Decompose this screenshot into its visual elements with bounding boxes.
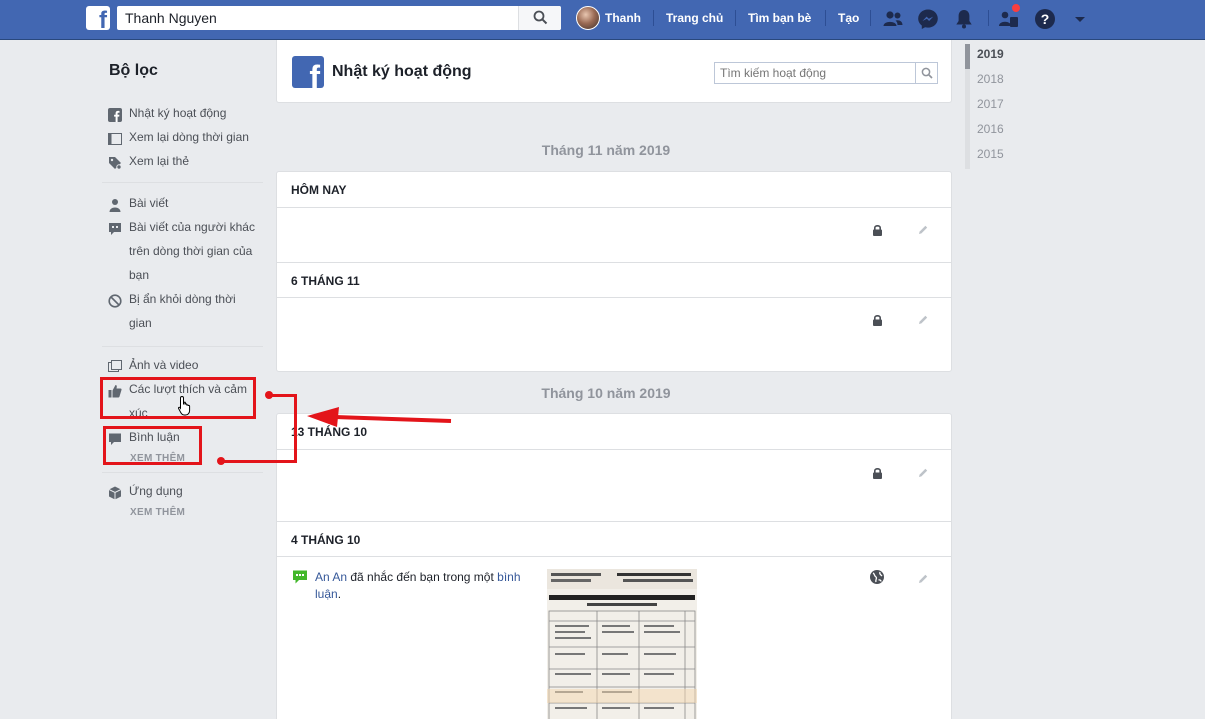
nav-divider xyxy=(988,10,989,26)
sidebar-item-label: Bài viết của người khác trên dòng thời g… xyxy=(129,220,255,282)
facebook-icon xyxy=(108,108,122,122)
sidebar-item-label: Bài viết xyxy=(129,196,169,210)
sidebar-item-posts-by-others[interactable]: Bài viết của người khác trên dòng thời g… xyxy=(108,220,265,287)
day-header: HÔM NAY xyxy=(277,172,951,208)
month-heading: Tháng 11 năm 2019 xyxy=(541,142,671,158)
sidebar-item-label: Ảnh và video xyxy=(129,358,199,372)
lock-icon[interactable] xyxy=(872,314,883,326)
filter-title: Bộ lọc xyxy=(109,62,158,79)
activity-description: đã nhắc đến bạn trong một xyxy=(347,570,498,584)
day-header: 4 THÁNG 10 xyxy=(277,521,951,557)
profile-link[interactable]: Thanh xyxy=(576,6,641,30)
edit-pencil-icon[interactable] xyxy=(917,224,929,236)
top-navigation-bar: f Thanh Trang chủ Tìm bạn bè Tạo ? xyxy=(0,0,1205,40)
year-link-2017[interactable]: 2017 xyxy=(965,94,1025,119)
avatar xyxy=(576,6,600,30)
sidebar-item-label: Xem lại dòng thời gian xyxy=(129,130,249,144)
nav-home-link[interactable]: Trang chủ xyxy=(666,11,723,25)
lock-icon[interactable] xyxy=(872,224,883,236)
apps-see-more-link[interactable]: XEM THÊM xyxy=(130,507,185,518)
notification-badge xyxy=(1011,3,1021,13)
profile-name: Thanh xyxy=(605,11,641,25)
sidebar-item-activity-log[interactable]: Nhật ký hoạt động xyxy=(108,106,265,125)
month-heading: Tháng 10 năm 2019 xyxy=(541,385,671,401)
edit-pencil-icon[interactable] xyxy=(917,467,929,479)
sidebar-item-label: Xem lại thẻ xyxy=(129,154,190,168)
activity-row: An An đã nhắc đến bạn trong một bình luậ… xyxy=(277,557,951,719)
activity-text: An An đã nhắc đến bạn trong một bình luậ… xyxy=(315,569,530,603)
activity-end: . xyxy=(337,587,342,601)
sidebar-divider xyxy=(102,182,263,183)
sidebar-item-photos-videos[interactable]: Ảnh và video xyxy=(108,358,265,377)
sidebar-item-label: Bị ẩn khỏi dòng thời gian xyxy=(129,292,236,330)
messenger-icon[interactable] xyxy=(916,7,940,31)
activity-log-header: f Nhật ký hoạt động xyxy=(276,40,952,103)
photos-icon xyxy=(108,360,122,372)
red-arrow-pointer xyxy=(307,407,452,427)
scanned-document-graphic xyxy=(547,569,697,719)
activity-search-button[interactable] xyxy=(915,63,937,83)
day-label: HÔM NAY xyxy=(291,183,347,197)
mention-comment-icon xyxy=(293,570,307,584)
person-icon xyxy=(109,199,121,212)
year-link-2019[interactable]: 2019 xyxy=(965,44,1025,69)
friend-requests-icon[interactable] xyxy=(881,7,905,31)
activity-search-input[interactable] xyxy=(715,63,915,83)
sidebar-item-label: Ứng dụng xyxy=(129,484,183,498)
nav-create-link[interactable]: Tạo xyxy=(838,11,859,25)
hand-pointer-cursor-icon xyxy=(177,395,191,416)
globe-public-icon[interactable] xyxy=(869,569,885,585)
apps-cube-icon xyxy=(108,486,122,500)
timeline-icon xyxy=(108,133,122,145)
help-icon[interactable]: ? xyxy=(1033,7,1057,31)
sidebar-item-label: Nhật ký hoạt động xyxy=(129,106,227,120)
day-label: 4 THÁNG 10 xyxy=(291,533,361,547)
sidebar-item-apps[interactable]: Ứng dụng xyxy=(108,484,265,503)
connector-line xyxy=(269,394,297,397)
global-search-box xyxy=(117,6,561,30)
tag-icon xyxy=(109,157,122,170)
nav-find-friends-link[interactable]: Tìm bạn bè xyxy=(748,11,811,25)
nav-divider xyxy=(825,10,826,26)
global-search-input[interactable] xyxy=(117,6,517,30)
month-card-november: HÔM NAY 6 THÁNG 11 xyxy=(276,171,952,372)
highlight-box-comments xyxy=(103,426,202,465)
nav-divider xyxy=(735,10,736,26)
hidden-icon xyxy=(108,294,122,308)
activity-search xyxy=(714,62,938,84)
edit-pencil-icon[interactable] xyxy=(917,573,929,585)
sidebar-divider xyxy=(102,346,263,347)
sidebar-item-tag-review[interactable]: Xem lại thẻ xyxy=(108,154,265,173)
sidebar-item-timeline-review[interactable]: Xem lại dòng thời gian xyxy=(108,130,265,149)
account-menu-chevron-down-icon[interactable] xyxy=(1068,7,1092,31)
year-link-2015[interactable]: 2015 xyxy=(965,144,1025,169)
day-header: 6 THÁNG 11 xyxy=(277,262,951,298)
lock-icon[interactable] xyxy=(872,467,883,479)
nav-divider xyxy=(653,10,654,26)
sidebar-divider xyxy=(102,472,263,473)
page-title: Nhật ký hoạt động xyxy=(332,63,472,80)
connector-line xyxy=(221,460,297,463)
edit-pencil-icon[interactable] xyxy=(917,314,929,326)
facebook-logo-icon[interactable]: f xyxy=(86,6,110,30)
facebook-logo-icon: f xyxy=(292,56,324,88)
search-icon xyxy=(533,10,548,25)
month-card-october: 13 THÁNG 10 4 THÁNG 10 An An đã nhắc đến… xyxy=(276,413,952,719)
search-button[interactable] xyxy=(518,6,561,30)
nav-divider xyxy=(870,10,871,26)
sidebar-item-posts[interactable]: Bài viết xyxy=(108,196,265,215)
year-link-2018[interactable]: 2018 xyxy=(965,69,1025,94)
svg-text:?: ? xyxy=(1041,11,1050,27)
notifications-bell-icon[interactable] xyxy=(952,7,976,31)
comment-people-icon xyxy=(109,223,121,235)
day-label: 6 THÁNG 11 xyxy=(291,274,360,288)
connector-line xyxy=(294,394,297,463)
actor-link[interactable]: An An xyxy=(315,570,347,584)
document-thumbnail-image[interactable] xyxy=(547,569,697,719)
search-icon xyxy=(921,67,933,79)
sidebar-item-hidden-from-timeline[interactable]: Bị ẩn khỏi dòng thời gian xyxy=(108,292,265,335)
year-link-2016[interactable]: 2016 xyxy=(965,119,1025,144)
